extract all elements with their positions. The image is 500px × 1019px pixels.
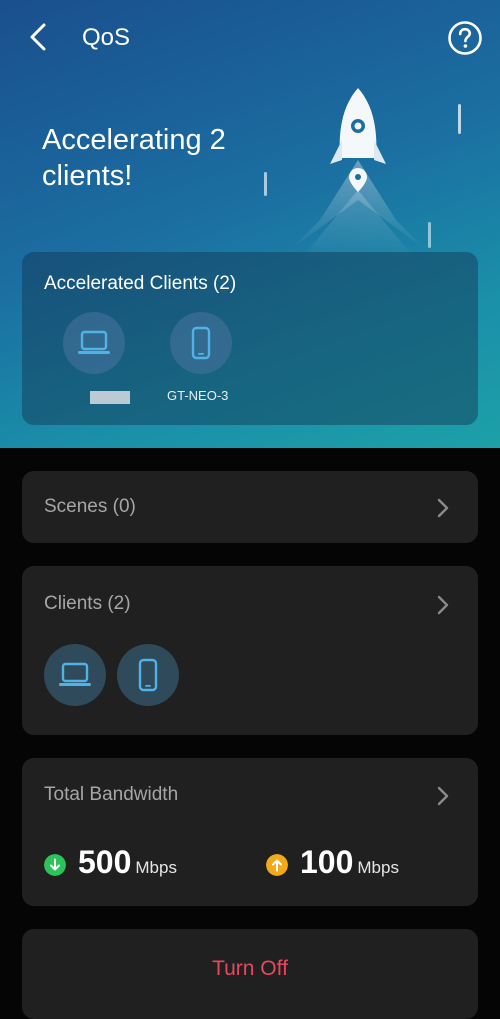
chevron-right-icon: [437, 498, 449, 518]
download-unit: Mbps: [135, 858, 177, 877]
upload-arrow-icon: [266, 854, 288, 876]
redacted-name-block: [90, 391, 130, 404]
upload-bandwidth: 100 Mbps: [266, 844, 399, 881]
clients-card[interactable]: Clients (2): [22, 566, 478, 735]
download-arrow-icon: [44, 854, 66, 876]
accelerated-client-phone[interactable]: [170, 312, 232, 374]
hero-banner: QoS Accelerating 2 clients! Accelerated: [0, 0, 500, 448]
turn-off-button[interactable]: Turn Off: [22, 929, 478, 1019]
chevron-right-icon: [437, 595, 449, 615]
scenes-label: Scenes (0): [44, 496, 136, 517]
help-icon[interactable]: [447, 20, 483, 56]
download-bandwidth: 500 Mbps: [44, 844, 177, 881]
laptop-icon: [59, 662, 91, 686]
client-phone[interactable]: [117, 644, 179, 706]
upload-value: 100: [300, 844, 354, 880]
upload-unit: Mbps: [357, 858, 399, 877]
accelerated-clients-title: Accelerated Clients (2): [44, 273, 237, 294]
total-bandwidth-card[interactable]: Total Bandwidth 500 Mbps 100 Mbps: [22, 758, 478, 906]
phone-icon: [191, 326, 211, 360]
clients-label: Clients (2): [44, 593, 131, 614]
accelerated-clients-card: Accelerated Clients (2) GT-NEO-3: [22, 252, 478, 425]
accelerated-client-laptop[interactable]: [63, 312, 125, 374]
page-title: QoS: [82, 24, 131, 51]
download-value: 500: [78, 844, 132, 880]
acceleration-headline: Accelerating 2 clients!: [42, 124, 226, 192]
scenes-card[interactable]: Scenes (0): [22, 471, 478, 543]
top-bar: QoS: [0, 0, 500, 75]
laptop-icon: [78, 330, 110, 354]
rocket-illustration: [264, 88, 461, 260]
client-laptop[interactable]: [44, 644, 106, 706]
phone-icon: [138, 658, 158, 692]
accelerated-client-phone-label: GT-NEO-3: [167, 388, 229, 403]
chevron-right-icon: [437, 786, 449, 806]
turn-off-label: Turn Off: [212, 957, 288, 980]
back-arrow-icon[interactable]: [24, 20, 54, 54]
total-bandwidth-label: Total Bandwidth: [44, 784, 179, 805]
